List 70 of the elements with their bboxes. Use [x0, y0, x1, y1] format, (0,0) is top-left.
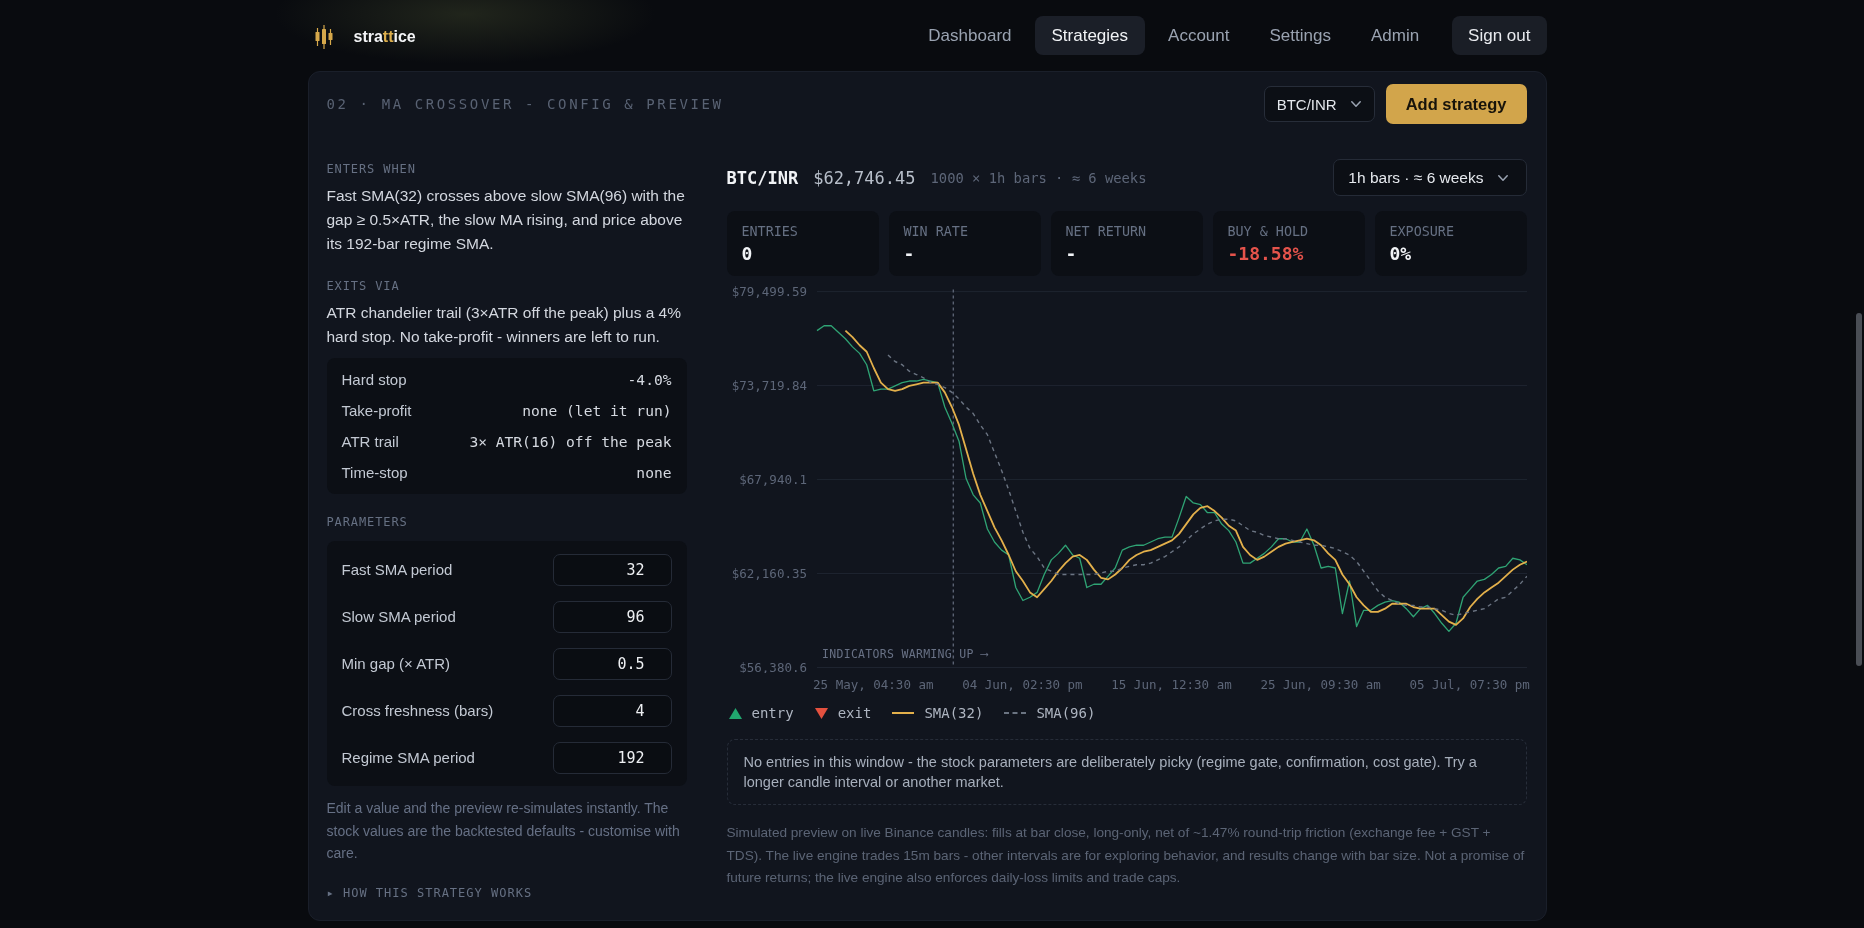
- notice-message: No entries in this window - the stock parameters are deliberately picky (regime gate, confirmation, cost gate). Try a longer candle interval or another market.: [726, 739, 1527, 805]
- setting-value: none (let it run): [522, 402, 672, 419]
- axis-label: 04 Jun, 02:30 pm: [962, 676, 1083, 694]
- axis-label: $56,380.6: [738, 659, 807, 673]
- candlestick-logo-icon: [314, 25, 333, 49]
- chevron-icon: [1350, 101, 1361, 107]
- axis-label: $62,160.35: [731, 565, 807, 581]
- section-heading: ENTERS WHEN: [326, 161, 417, 177]
- axis-label: 15 Jun, 12:30 am: [1111, 676, 1232, 694]
- stat-value: -: [1065, 243, 1078, 265]
- current-price: $62,746.45: [813, 167, 916, 188]
- axis-label: 05 Jul, 07:30 pm: [1409, 676, 1530, 694]
- setting-value: none: [636, 464, 672, 481]
- brand-name: strattice: [353, 28, 416, 46]
- stat-label: BUY & HOLD: [1227, 223, 1310, 240]
- axis-label: $73,719.84: [731, 377, 807, 393]
- range-info: 1000 × 1h bars · ≈ 6 weeks: [930, 169, 1147, 186]
- market-symbol: BTC/INR: [726, 167, 799, 188]
- number-field[interactable]: 4: [552, 694, 672, 727]
- rule-description: Fast SMA(32) crosses above slow SMA(96) with the gap ≥ 0.5×ATR, the slow MA rising, and price above its 192-bar regime SMA.: [326, 186, 686, 254]
- details-toggle[interactable]: ▸ HOW THIS STRATEGY WORKS: [326, 884, 533, 901]
- number-field[interactable]: 192: [552, 741, 672, 774]
- disclaimer-text: Simulated preview on live Binance candles: fills at bar close, long-only, net of ~1.47% round-trip friction (exchange fee + GST + TDS). The live engine trades 15m bars - other intervals are for exploring behavior, and results change with bar size. Not a promise of future returns; the live engine also enforces daily-loss limits and trade caps.: [726, 824, 1526, 888]
- field-label: Cross freshness (bars): [341, 702, 494, 719]
- chart-annotation: INDICATORS WARMING UP ⟶: [821, 646, 988, 661]
- legend-label: SMA(32): [924, 705, 984, 721]
- field-label: Regime SMA period: [341, 749, 475, 766]
- field-label: Fast SMA period: [341, 561, 453, 578]
- axis-label: 25 Jun, 09:30 am: [1260, 676, 1381, 694]
- help-text: Edit a value and the preview re-simulates instantly. The stock values are the backtested defaults - customise with care.: [326, 799, 681, 863]
- stat-value: 0%: [1389, 243, 1413, 265]
- stat-label: ENTRIES: [741, 223, 799, 240]
- setting-value: 3× ATR(16) off the peak: [469, 433, 672, 450]
- panel-title: 02 · MA CROSSOVER - CONFIG & PREVIEW: [326, 96, 724, 112]
- nav-tab[interactable]: Dashboard: [911, 16, 1029, 55]
- number-field[interactable]: 0.5: [552, 647, 672, 680]
- field-label: Min gap (× ATR): [341, 655, 450, 672]
- section-heading: EXITS VIA: [326, 278, 401, 294]
- field-label: Slow SMA period: [341, 608, 456, 625]
- legend-label: entry: [751, 705, 794, 721]
- chevron-icon: [1497, 174, 1508, 181]
- legend-label: exit: [837, 705, 872, 721]
- interval-dropdown[interactable]: 1h bars · ≈ 6 weeks: [1333, 159, 1527, 196]
- setting-label: ATR trail: [341, 433, 399, 450]
- nav-tab[interactable]: Strategies: [1034, 16, 1146, 55]
- stat-value: -18.58%: [1227, 243, 1305, 265]
- axis-label: 25 May, 04:30 am: [813, 676, 934, 694]
- stat-value: 0: [741, 243, 754, 265]
- section-heading: PARAMETERS: [326, 514, 409, 530]
- setting-label: Hard stop: [341, 371, 407, 388]
- stat-label: WIN RATE: [903, 223, 969, 240]
- nav-tab[interactable]: Admin: [1353, 16, 1437, 55]
- stat-value: -: [903, 243, 916, 265]
- rule-description: ATR chandelier trail (3×ATR off the peak) plus a 4% hard stop. No take-profit - winners are left to run.: [326, 303, 683, 347]
- axis-label: $67,940.1: [738, 471, 807, 487]
- scrollbar-thumb[interactable]: [1856, 313, 1862, 666]
- setting-label: Time-stop: [341, 464, 408, 481]
- stat-label: EXPOSURE: [1389, 223, 1455, 240]
- axis-label: $79,499.59: [731, 283, 807, 299]
- number-field[interactable]: 96: [552, 600, 672, 633]
- sign-out-button[interactable]: Sign out: [1452, 16, 1547, 55]
- number-field[interactable]: 32: [552, 553, 672, 586]
- stat-label: NET RETURN: [1065, 223, 1148, 240]
- legend-label: SMA(96): [1036, 705, 1096, 721]
- market-dropdown[interactable]: BTC/INR: [1263, 86, 1375, 122]
- nav-tab[interactable]: Settings: [1252, 16, 1348, 55]
- add-strategy-button[interactable]: Add strategy: [1385, 84, 1527, 124]
- setting-value: -4.0%: [627, 371, 672, 388]
- nav-tab[interactable]: Account: [1151, 16, 1247, 55]
- setting-label: Take-profit: [341, 402, 412, 419]
